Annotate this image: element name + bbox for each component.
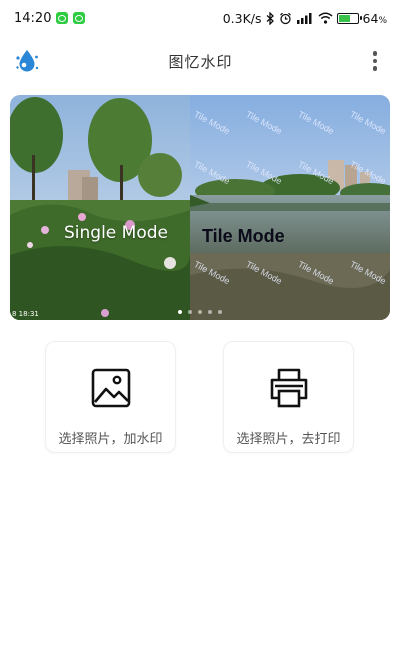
demo-banner-carousel[interactable]: Tile Mode Tile Mode Tile Mode Tile Mode …	[10, 95, 390, 320]
carousel-dot[interactable]	[218, 310, 222, 314]
wechat-icon	[73, 12, 86, 24]
bluetooth-icon	[266, 11, 274, 25]
app-title: 图忆水印	[168, 53, 233, 71]
menu-dot	[372, 58, 378, 64]
more-vertical-icon[interactable]	[363, 49, 387, 73]
single-mode-label: Single Mode	[64, 223, 168, 243]
battery-percent: 64%	[363, 11, 387, 26]
carousel-dot[interactable]	[188, 310, 192, 314]
add-watermark-label: 选择照片，加水印	[58, 432, 163, 447]
network-speed: 0.3K/s	[222, 10, 262, 26]
battery-fill	[338, 14, 350, 22]
menu-dot	[372, 66, 378, 71]
battery-percent-value: 64	[362, 10, 379, 26]
battery-icon	[336, 12, 362, 24]
battery-percent-unit: %	[378, 15, 387, 26]
wifi-icon	[318, 12, 333, 24]
image-icon	[91, 368, 130, 408]
carousel-dot[interactable]	[198, 310, 202, 314]
carousel-dot[interactable]	[178, 310, 182, 314]
print-card[interactable]: 选择照片，去打印	[223, 341, 354, 453]
alarm-icon	[279, 12, 291, 24]
carousel-indicator	[10, 310, 390, 314]
tile-mode-label: Tile Mode	[202, 226, 285, 246]
status-left: 14:20	[14, 10, 86, 26]
status-bar: 14:20 0.3K/s 64%	[0, 0, 401, 36]
status-time: 14:20	[14, 10, 52, 26]
wechat-icon	[56, 12, 69, 24]
add-watermark-card[interactable]: 选择照片，加水印	[45, 341, 176, 453]
carousel-dot[interactable]	[208, 310, 212, 314]
status-right: 0.3K/s 64%	[223, 11, 387, 26]
menu-dot	[372, 51, 378, 56]
app-bar: 图忆水印	[0, 44, 401, 80]
print-label: 选择照片，去打印	[236, 432, 341, 447]
signal-icon	[296, 13, 312, 24]
printer-icon	[270, 368, 307, 408]
